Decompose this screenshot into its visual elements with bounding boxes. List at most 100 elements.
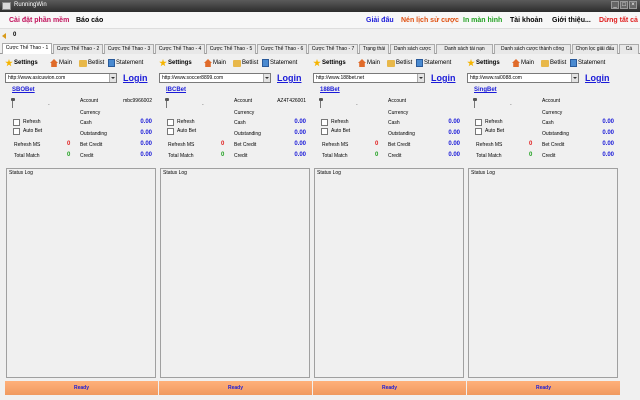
status-bar-4: Ready: [467, 381, 620, 395]
account-label: Account: [542, 98, 561, 104]
main-button[interactable]: Main: [512, 57, 534, 69]
menu-print-screen[interactable]: In màn hình: [463, 17, 502, 24]
status-log[interactable]: Status Log: [468, 168, 618, 378]
tab-bet-list[interactable]: Danh sách cược: [390, 44, 435, 54]
star-icon: [159, 59, 167, 67]
betlist-button[interactable]: Betlist: [387, 57, 412, 69]
statement-button[interactable]: Statement: [570, 57, 605, 69]
main-button[interactable]: Main: [204, 57, 226, 69]
menu-settings[interactable]: Cài đặt phần mềm: [9, 17, 69, 24]
refresh-ms-value: 0: [375, 141, 379, 147]
account-label: Account: [234, 98, 253, 104]
status-bar-3: Ready: [313, 381, 466, 395]
settings-button[interactable]: Settings: [467, 57, 500, 69]
bookie-name[interactable]: IBCBet: [166, 87, 186, 93]
status-log[interactable]: Status Log: [160, 168, 310, 378]
bookie-name[interactable]: SBOBet: [12, 87, 35, 93]
cash-label: Cash: [542, 120, 554, 126]
folder-icon: [387, 59, 395, 67]
menu-stop-all[interactable]: Dừng tất cả: [599, 17, 638, 24]
bet-credit-label: Bet Credit: [80, 142, 103, 148]
menu-compress-history[interactable]: Nén lịch sử cược: [401, 17, 459, 24]
settings-button[interactable]: Settings: [159, 57, 192, 69]
betlist-button[interactable]: Betlist: [233, 57, 258, 69]
minimize-button[interactable]: _: [611, 1, 619, 9]
settings-button[interactable]: Settings: [5, 57, 38, 69]
tab-success-list[interactable]: Danh sách cược thành công: [494, 44, 571, 54]
tab-sport-6[interactable]: Cược Thể Thao - 6: [257, 44, 307, 54]
auto-bet-checkbox[interactable]: [167, 128, 174, 135]
document-icon: [108, 59, 115, 67]
statement-button[interactable]: Statement: [262, 57, 297, 69]
betlist-button[interactable]: Betlist: [541, 57, 566, 69]
main-button[interactable]: Main: [50, 57, 72, 69]
refresh-checkbox[interactable]: [13, 119, 20, 126]
url-select[interactable]: http://www.soccer8899.com: [159, 73, 271, 83]
login-link[interactable]: Login: [585, 73, 610, 83]
account-value: AZ4T426001: [277, 98, 306, 104]
total-match-value: 0: [375, 152, 379, 158]
credit-value: 0.00: [602, 152, 614, 158]
account-value: mbc9966002: [123, 98, 152, 104]
tab-sport-1[interactable]: Cược Thể Thao - 1: [2, 43, 52, 54]
tab-sport-4[interactable]: Cược Thể Thao - 4: [155, 44, 205, 54]
left-arrow-icon[interactable]: [2, 33, 6, 39]
menu-reports[interactable]: Báo cáo: [76, 17, 103, 24]
dropdown-icon[interactable]: [263, 74, 270, 82]
outstanding-label: Outstanding: [388, 131, 415, 137]
tab-tournament-filter[interactable]: Chọn lọc giải đấu: [572, 44, 618, 54]
refresh-label: Refresh: [177, 119, 195, 125]
tab-sport-3[interactable]: Cược Thể Thao - 3: [104, 44, 154, 54]
tab-more[interactable]: Cá: [619, 44, 639, 54]
refresh-ms-label: Refresh MS: [322, 142, 349, 148]
tab-accident-list[interactable]: Danh sách tài nạn: [436, 44, 493, 54]
auto-bet-checkbox[interactable]: [475, 128, 482, 135]
dropdown-icon[interactable]: [109, 74, 116, 82]
auto-bet-checkbox[interactable]: [13, 128, 20, 135]
bookie-name[interactable]: SingBet: [474, 87, 497, 93]
maximize-button[interactable]: □: [620, 1, 628, 9]
folder-icon: [541, 59, 549, 67]
betlist-button[interactable]: Betlist: [79, 57, 104, 69]
bookie-name[interactable]: 188Bet: [320, 87, 340, 93]
cash-value: 0.00: [448, 119, 460, 125]
login-link[interactable]: Login: [123, 73, 148, 83]
auto-bet-label: Auto Bet: [485, 128, 505, 134]
menu-tournaments[interactable]: Giải đấu: [366, 17, 394, 24]
statement-button[interactable]: Statement: [416, 57, 451, 69]
tab-status[interactable]: Trạng thái: [359, 44, 389, 54]
tab-strip: Cược Thể Thao - 1 Cược Thể Thao - 2 Cược…: [0, 43, 640, 54]
status-log[interactable]: Status Log: [314, 168, 464, 378]
credit-label: Credit: [80, 153, 94, 159]
login-link[interactable]: Login: [277, 73, 302, 83]
close-button[interactable]: ×: [629, 1, 637, 9]
status-log[interactable]: Status Log: [6, 168, 156, 378]
tab-sport-2[interactable]: Cược Thể Thao - 2: [53, 44, 103, 54]
auto-bet-checkbox[interactable]: [321, 128, 328, 135]
refresh-checkbox[interactable]: [475, 119, 482, 126]
dash-text: -: [356, 102, 358, 108]
dropdown-icon[interactable]: [417, 74, 424, 82]
login-link[interactable]: Login: [431, 73, 456, 83]
document-icon: [416, 59, 423, 67]
tab-sport-5[interactable]: Cược Thể Thao - 5: [206, 44, 256, 54]
dropdown-icon[interactable]: [571, 74, 578, 82]
menu-about[interactable]: Giới thiệu...: [552, 17, 591, 24]
url-select[interactable]: http://www.rai0088.com: [467, 73, 579, 83]
main-button[interactable]: Main: [358, 57, 380, 69]
currency-label: Currency: [80, 110, 101, 116]
menu-account[interactable]: Tài khoản: [510, 17, 543, 24]
menu-bar: Cài đặt phần mềm Báo cáo Giải đấu Nén lị…: [0, 12, 640, 29]
refresh-checkbox[interactable]: [167, 119, 174, 126]
settings-button[interactable]: Settings: [313, 57, 346, 69]
url-select[interactable]: http://www.188bet.net: [313, 73, 425, 83]
bet-credit-label: Bet Credit: [234, 142, 257, 148]
tab-sport-7[interactable]: Cược Thể Thao - 7: [308, 44, 358, 54]
pin-icon: [165, 98, 169, 108]
url-select[interactable]: http://www.asicuwion.com: [5, 73, 117, 83]
statement-button[interactable]: Statement: [108, 57, 143, 69]
refresh-checkbox[interactable]: [321, 119, 328, 126]
bet-credit-label: Bet Credit: [542, 142, 565, 148]
bet-credit-value: 0.00: [140, 141, 152, 147]
refresh-label: Refresh: [23, 119, 41, 125]
